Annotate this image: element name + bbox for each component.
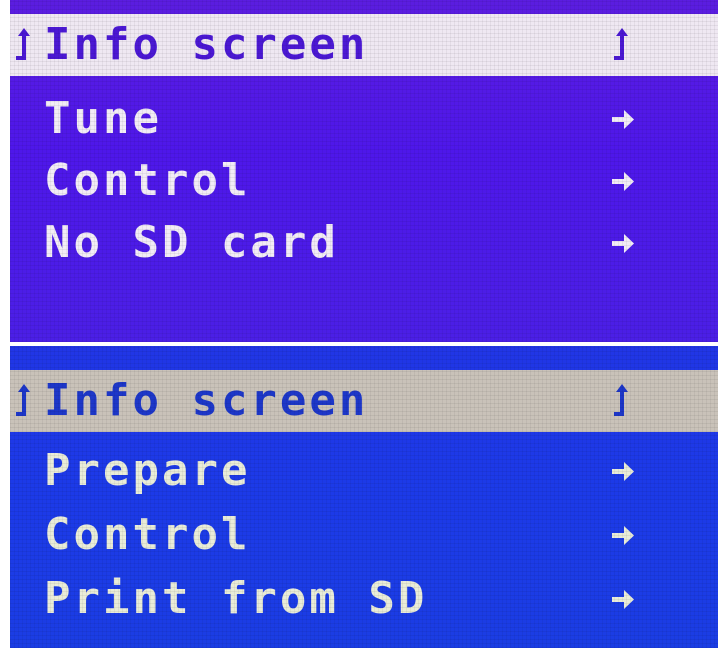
menu-item-info-screen[interactable]: Info screen — [10, 14, 718, 76]
menu-item-label: No SD card — [44, 217, 339, 268]
arrow-right-icon — [610, 226, 636, 260]
menu-item-label: Control — [44, 509, 251, 560]
arrow-right-icon — [610, 582, 636, 616]
menu-item-info-screen[interactable]: Info screen — [10, 370, 718, 432]
menu-item-label: Info screen — [44, 375, 369, 426]
back-icon — [608, 380, 634, 416]
arrow-right-icon — [610, 454, 636, 488]
arrow-right-icon — [610, 102, 636, 136]
arrow-right-icon — [610, 164, 636, 198]
arrow-right-icon — [610, 518, 636, 552]
menu-item-control[interactable]: Control — [10, 504, 718, 566]
menu-item-label: Info screen — [44, 19, 369, 70]
menu-item-print-from-sd[interactable]: Print from SD — [10, 568, 718, 630]
menu-item-tune[interactable]: Tune — [10, 88, 718, 150]
menu-item-prepare[interactable]: Prepare — [10, 440, 718, 502]
menu-item-label: Prepare — [44, 445, 251, 496]
lcd-panel-bottom: Info screen Prepare Control Print from S… — [10, 346, 718, 648]
menu-item-control[interactable]: Control — [10, 150, 718, 212]
back-icon — [608, 24, 634, 60]
menu-item-label: Print from SD — [44, 573, 428, 624]
back-icon — [12, 378, 36, 424]
menu-item-label: Tune — [44, 93, 162, 144]
menu-item-label: Control — [44, 155, 251, 206]
lcd-panel-top: Info screen Tune Control No SD card — [10, 0, 718, 342]
back-icon — [12, 22, 36, 68]
menu-item-no-sd-card[interactable]: No SD card — [10, 212, 718, 274]
